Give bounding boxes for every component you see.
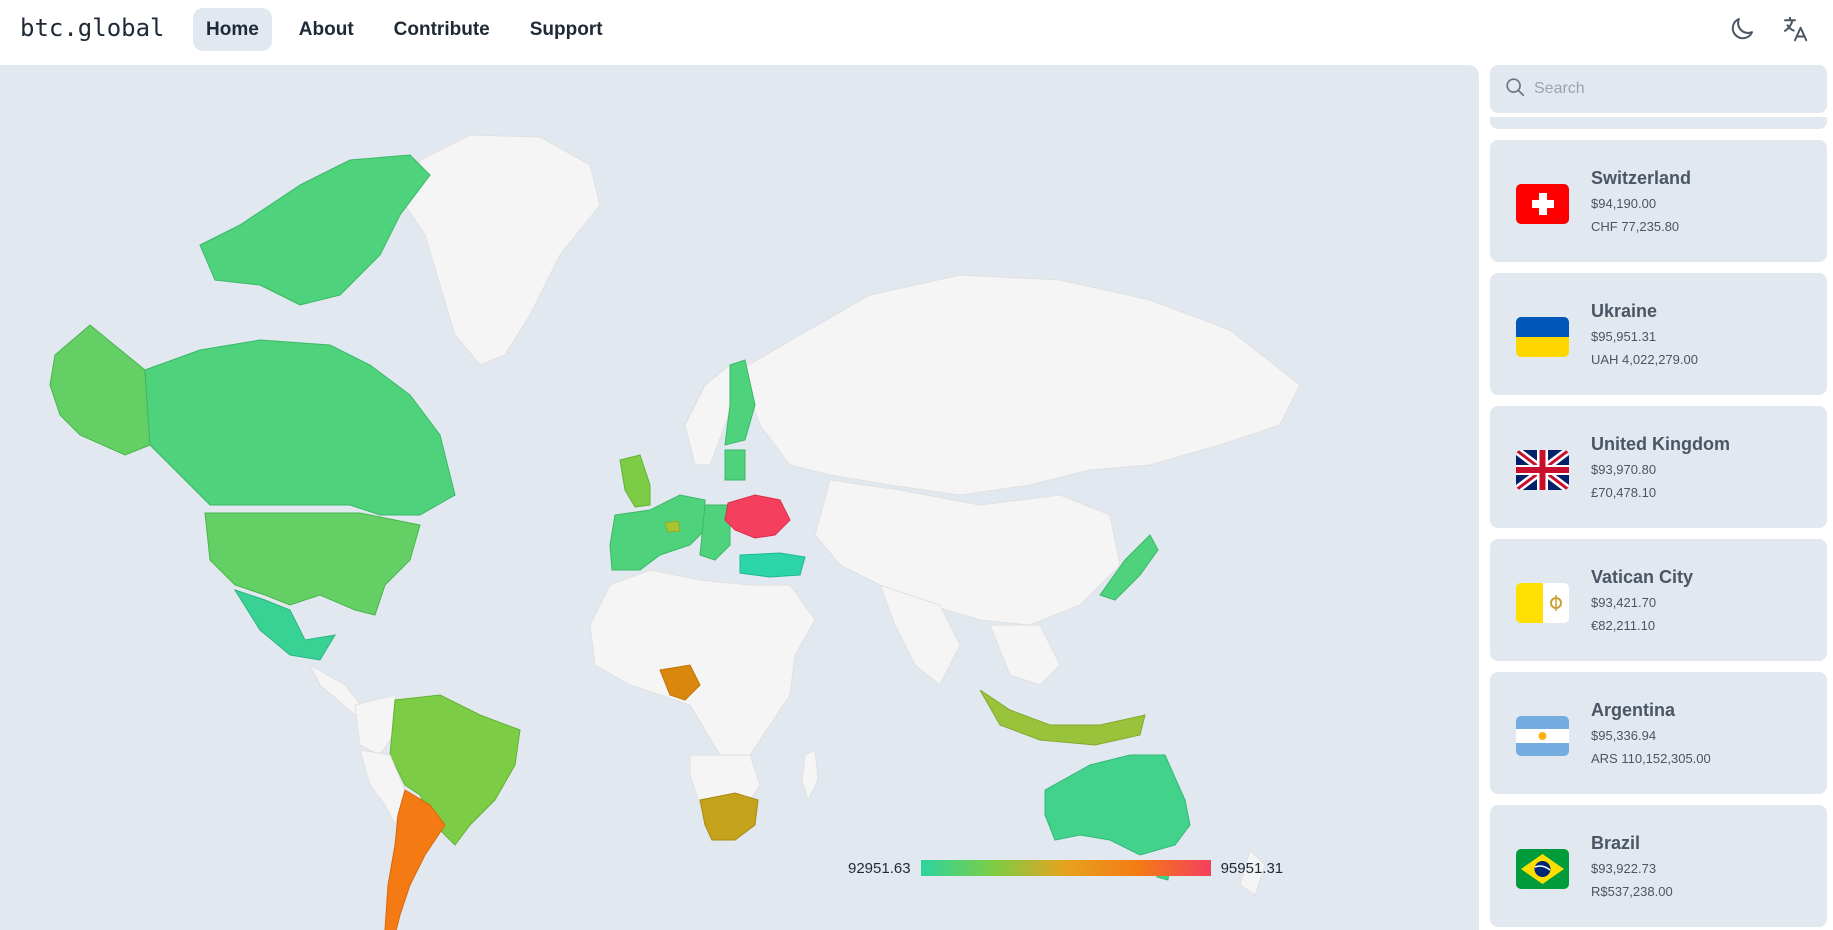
country-uk [619, 454, 651, 508]
local-price: R$537,238.00 [1591, 884, 1673, 899]
search-box [1490, 65, 1827, 113]
brazil-flag [1516, 849, 1569, 889]
usd-price: $93,970.80 [1591, 462, 1657, 477]
legend-gradient-bar [920, 860, 1211, 876]
country-turkey [739, 552, 806, 578]
country-name: United Kingdom [1591, 434, 1730, 454]
country-baltics [724, 449, 746, 481]
local-price: £70,478.10 [1591, 485, 1657, 500]
country-card-argentina[interactable]: Argentina $95,336.94 ARS 110,152,305.00 [1490, 672, 1827, 794]
ukraine-flag [1516, 317, 1569, 357]
country-canada-islands [199, 154, 431, 306]
country-se-asia [989, 624, 1061, 686]
country-africa-north [589, 569, 816, 766]
site-logo[interactable]: btc.global [20, 14, 165, 42]
search-icon [1504, 76, 1526, 103]
world-map[interactable]: 92951.63 95951.31 [0, 65, 1479, 930]
nav-support[interactable]: Support [517, 8, 616, 51]
vatican-flag [1516, 583, 1569, 623]
country-card-united-kingdom[interactable]: United Kingdom $93,970.80 £70,478.10 [1490, 406, 1827, 528]
uk-flag [1516, 450, 1569, 490]
usd-price: $93,922.73 [1591, 861, 1657, 876]
price-legend: 92951.63 95951.31 [848, 853, 1283, 883]
country-name: Vatican City [1591, 567, 1694, 587]
local-price: CHF 77,235.80 [1591, 219, 1680, 234]
country-card-vatican-city[interactable]: Vatican City $93,421.70 €82,211.10 [1490, 539, 1827, 661]
local-price: €82,211.10 [1591, 618, 1656, 633]
search-input[interactable] [1534, 80, 1814, 98]
country-name: Argentina [1591, 700, 1676, 720]
legend-min-label: 92951.63 [848, 859, 911, 877]
country-card-switzerland[interactable]: Switzerland $94,190.00 CHF 77,235.80 [1490, 140, 1827, 262]
usd-price: $95,336.94 [1591, 728, 1657, 743]
argentina-flag [1516, 716, 1569, 756]
country-asia-central [814, 479, 1121, 626]
country-ukraine [724, 494, 791, 539]
country-south-africa [699, 792, 759, 841]
country-name: Switzerland [1591, 168, 1692, 188]
moon-icon[interactable] [1727, 14, 1757, 44]
country-name: Brazil [1591, 833, 1641, 853]
country-western-europe [609, 494, 706, 571]
country-canada [144, 339, 456, 516]
switzerland-flag [1516, 184, 1569, 224]
top-navbar: btc.global Home About Contribute Support [0, 0, 1833, 64]
country-indonesia [979, 689, 1146, 746]
country-card-ukraine[interactable]: Ukraine $95,951.31 UAH 4,022,279.00 [1490, 273, 1827, 395]
country-madagascar [801, 749, 819, 802]
country-sidebar[interactable]: Switzerland $94,190.00 CHF 77,235.80 Ukr… [1490, 65, 1827, 930]
nav-about[interactable]: About [286, 8, 367, 51]
usd-price: $95,951.31 [1591, 329, 1657, 344]
country-central-europe [699, 504, 731, 561]
local-price: ARS 110,152,305.00 [1591, 751, 1711, 766]
country-switzerland [664, 520, 681, 533]
usd-price: $94,190.00 [1591, 196, 1657, 211]
nav-home[interactable]: Home [193, 8, 272, 51]
usd-price: $93,421.70 [1591, 595, 1657, 610]
country-card-brazil[interactable]: Brazil $93,922.73 R$537,238.00 [1490, 805, 1827, 927]
local-price: UAH 4,022,279.00 [1591, 352, 1698, 367]
translate-icon[interactable] [1780, 14, 1810, 44]
country-australia [1044, 754, 1191, 856]
country-alaska [49, 324, 151, 456]
main-nav: Home About Contribute Support [193, 8, 626, 51]
country-russia [739, 274, 1301, 496]
country-greenland [404, 134, 601, 366]
legend-max-label: 95951.31 [1220, 859, 1284, 877]
nav-contribute[interactable]: Contribute [381, 8, 503, 51]
country-name: Ukraine [1591, 301, 1658, 321]
previous-card-edge [1490, 117, 1827, 129]
country-usa [204, 512, 421, 616]
